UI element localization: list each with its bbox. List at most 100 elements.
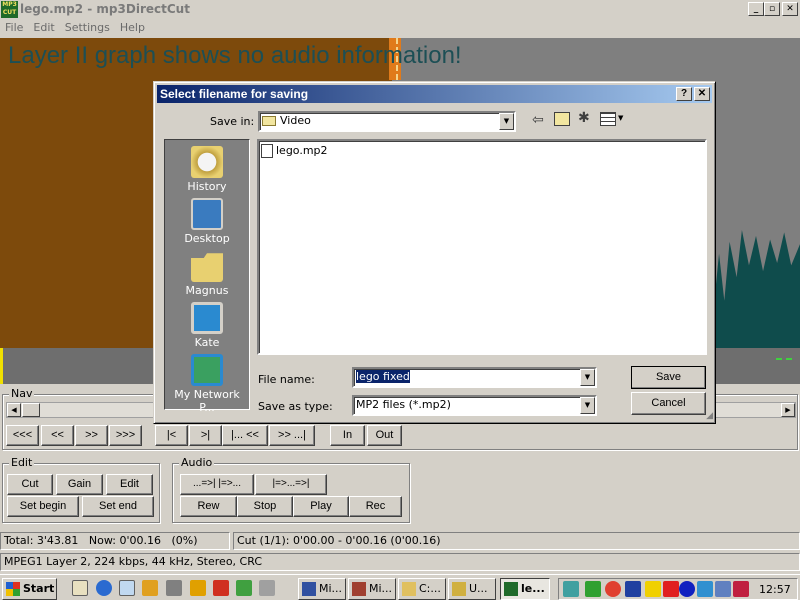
play-cut-button[interactable]: |=>...=>| (255, 474, 327, 495)
tool-icon[interactable] (142, 580, 158, 596)
task-label-2: Mi... (369, 582, 393, 595)
nav-label: Nav (9, 387, 35, 400)
gain-button[interactable]: Gain (56, 474, 103, 495)
tray-icon[interactable] (625, 581, 641, 597)
scroll-right-button[interactable]: ▶ (781, 403, 795, 417)
scroll-left-button[interactable]: ◀ (7, 403, 21, 417)
nav-back-button[interactable]: << (41, 425, 74, 446)
view-dropdown-icon[interactable]: ▼ (618, 114, 623, 122)
type-select[interactable]: MP2 files (*.mp2) ▼ (352, 395, 597, 416)
save-in-combo[interactable]: Video ▼ (258, 111, 516, 132)
taskbar: Start Mi... Mi... C:... U... le... 12:57 (0, 574, 800, 600)
place-network-label: My Network P... (174, 388, 240, 414)
nav-forward-far-button[interactable]: >>> (109, 425, 142, 446)
file-item[interactable]: lego.mp2 (261, 143, 328, 159)
nav-forward-button[interactable]: >> (75, 425, 108, 446)
menu-file[interactable]: File (0, 19, 28, 36)
rew-button[interactable]: Rew (180, 496, 237, 517)
total-time: Total: 3'43.81 (4, 534, 79, 547)
resize-grip[interactable]: ◢ (706, 411, 713, 421)
task-button-2[interactable]: Mi... (348, 578, 396, 600)
dialog-close-button[interactable]: ✕ (694, 87, 710, 101)
play-to-cut-button[interactable]: ...=>| |=>... (180, 474, 254, 495)
rec-button[interactable]: Rec (349, 496, 402, 517)
tray-icon[interactable] (585, 581, 601, 597)
save-button[interactable]: Save (631, 366, 706, 389)
menu-settings[interactable]: Settings (60, 19, 115, 36)
tray-icon[interactable] (645, 581, 661, 597)
task-button-active[interactable]: le... (500, 578, 550, 600)
tray-icon[interactable] (605, 581, 621, 597)
new-folder-icon[interactable]: ✱ (578, 110, 590, 126)
app-icon[interactable] (166, 580, 182, 596)
tray-icon[interactable] (679, 581, 695, 597)
cut-button[interactable]: Cut (7, 474, 53, 495)
stop-button[interactable]: Stop (237, 496, 293, 517)
settings-icon[interactable] (259, 580, 275, 596)
save-in-value: Video (280, 114, 311, 127)
show-desktop-icon[interactable] (72, 580, 88, 596)
chevron-down-icon[interactable]: ▼ (499, 113, 514, 130)
chevron-down-icon[interactable]: ▼ (580, 397, 595, 414)
file-item-label: lego.mp2 (276, 144, 328, 157)
task-button-4[interactable]: U... (448, 578, 496, 600)
nav-sel-forward-button[interactable]: >> ...| (269, 425, 315, 446)
nav-sel-back-button[interactable]: |... << (222, 425, 268, 446)
place-desktop[interactable]: Desktop (165, 198, 249, 245)
history-icon (191, 146, 223, 178)
menu-help[interactable]: Help (115, 19, 150, 36)
maximize-button[interactable]: ▫ (764, 2, 780, 16)
tray-icon[interactable] (663, 581, 679, 597)
time-status: Total: 3'43.81 Now: 0'00.16 (0%) (0, 532, 230, 550)
pdf-icon[interactable] (213, 580, 229, 596)
out-button[interactable]: Out (367, 425, 402, 446)
set-end-button[interactable]: Set end (82, 496, 154, 517)
start-button[interactable]: Start (2, 578, 57, 600)
search-icon[interactable] (119, 580, 135, 596)
play-button[interactable]: Play (293, 496, 349, 517)
set-begin-button[interactable]: Set begin (7, 496, 79, 517)
desktop-icon (191, 198, 223, 230)
folder-icon (262, 116, 276, 126)
places-bar: History Desktop Magnus Kate My Network P… (164, 139, 250, 414)
clock[interactable]: 12:57 (759, 583, 791, 596)
in-button[interactable]: In (330, 425, 365, 446)
up-folder-icon[interactable] (554, 112, 570, 126)
place-magnus[interactable]: Magnus (165, 250, 249, 297)
task-button-1[interactable]: Mi... (298, 578, 346, 600)
browser-icon[interactable] (96, 580, 112, 596)
cut-status: Cut (1/1): 0'00.00 - 0'00.16 (0'00.16) (233, 532, 800, 550)
close-button[interactable]: ✕ (782, 2, 798, 16)
nav-go-begin-button[interactable]: |< (155, 425, 188, 446)
file-list[interactable]: lego.mp2 (257, 139, 707, 355)
cancel-button[interactable]: Cancel (631, 392, 706, 415)
place-history[interactable]: History (165, 146, 249, 193)
view-menu-icon[interactable] (600, 112, 616, 126)
nav-back-far-button[interactable]: <<< (6, 425, 39, 446)
task-label-1: Mi... (319, 582, 343, 595)
file-info-status: MPEG1 Layer 2, 224 kbps, 44 kHz, Stereo,… (0, 553, 800, 571)
nav-go-end-button[interactable]: >| (189, 425, 222, 446)
start-marker (0, 348, 3, 384)
media-icon[interactable] (190, 580, 206, 596)
shield-icon[interactable] (733, 581, 749, 597)
tray-icon[interactable] (697, 581, 713, 597)
tray-icon[interactable] (563, 581, 579, 597)
dialog-title: Select filename for saving (160, 87, 309, 101)
task-label-5: le... (521, 582, 545, 595)
menu-bar: File Edit Settings Help (0, 19, 800, 37)
utility-icon[interactable] (236, 580, 252, 596)
chevron-down-icon[interactable]: ▼ (580, 369, 595, 386)
minimize-button[interactable]: _ (748, 2, 764, 16)
back-arrow-icon[interactable]: ⇦ (532, 112, 544, 128)
tray-icon[interactable] (715, 581, 731, 597)
menu-edit[interactable]: Edit (28, 19, 59, 36)
help-button[interactable]: ? (676, 87, 692, 101)
place-kate[interactable]: Kate (165, 302, 249, 349)
place-network[interactable]: My Network P... (165, 354, 249, 414)
task-button-3[interactable]: C:... (398, 578, 446, 600)
filename-input[interactable]: lego fixed ▼ (352, 367, 597, 388)
scroll-thumb[interactable] (22, 403, 40, 417)
edit-label: Edit (9, 456, 35, 469)
edit-button[interactable]: Edit (106, 474, 153, 495)
